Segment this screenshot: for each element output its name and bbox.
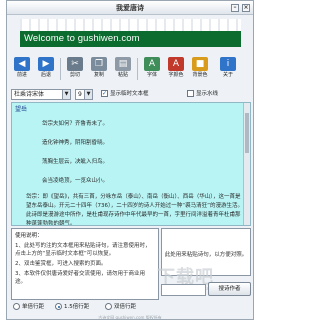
about-button[interactable]: i 关于 [217, 56, 239, 82]
radio-one-and-half-spacing[interactable]: 1.5倍行距 [55, 303, 89, 312]
font-color-button-label: 字颜色 [168, 72, 184, 78]
background-color-icon: ■ [192, 57, 208, 71]
toolbar-divider [137, 58, 138, 80]
poem-line: 会当凌绝顶，一览众山小。 [42, 178, 109, 184]
paste-button-label: 粘贴 [117, 72, 128, 78]
back-button-label: 前进 [16, 72, 27, 78]
copy-button[interactable]: ❐ 复制 [88, 56, 110, 82]
radio-dot[interactable] [105, 303, 112, 310]
scrollbar-thumb[interactable] [245, 113, 249, 153]
banner: Welcome to gushiwen.com [20, 19, 241, 47]
font-button[interactable]: A 字体 [141, 56, 163, 82]
cut-button-label: 剪切 [69, 72, 80, 78]
toolbar: ◀ 前进 ▶ 后退 ✂ 剪切 ❐ 复制 ▤ 粘贴 A 字体 A 字颜色 ■ 背景… [9, 56, 253, 82]
radio-dot[interactable] [55, 303, 62, 310]
poem-line: 造化钟神秀，阴阳割昏晓。 [42, 140, 109, 146]
usage-item: 3、本软件仅供唐诗爱好者交流使用，请勿用于商业用途。 [15, 271, 146, 285]
background-color-button-label: 背景色 [192, 72, 208, 78]
banner-pattern [20, 19, 241, 31]
main-window: 我爱唐诗 – × Welcome to gushiwen.com ◀ 前进 ▶ … [6, 0, 254, 320]
show-content-checkbox[interactable]: ✓ 显示临时文本框 [101, 90, 149, 100]
chevron-down-icon[interactable]: ▼ [62, 90, 70, 99]
scissors-icon: ✂ [67, 57, 83, 71]
line-spacing-group: 单倍行距 1.5倍行距 双倍行距 [13, 303, 163, 313]
banner-text: Welcome to gushiwen.com [24, 33, 140, 44]
show-content-label: 显示临时文本框 [110, 91, 149, 97]
usage-panel: 使用说明： 1、此处写的注的文本框用来粘贴诗句，请注意使用时，点击上方的“显示临… [11, 228, 159, 300]
footer-text: 古诗文网 gushiwen.com 版权所有 [98, 315, 162, 320]
radio-label: 双倍行距 [114, 304, 137, 310]
copy-button-label: 复制 [93, 72, 104, 78]
radio-single-spacing[interactable]: 单倍行距 [13, 303, 44, 312]
chevron-down-icon[interactable]: ▼ [84, 90, 92, 99]
toolbar-divider [60, 58, 61, 80]
format-row: 杜乘诗宋体 ▼ 9 ▼ ✓ 显示临时文本框 显示水线 [11, 89, 251, 101]
forward-button-label: 后退 [40, 72, 51, 78]
checkbox-box[interactable] [187, 90, 194, 97]
background-color-button[interactable]: ■ 背景色 [189, 56, 211, 82]
about-button-label: 关于 [222, 72, 233, 78]
back-button[interactable]: ◀ 前进 [11, 56, 33, 82]
close-icon[interactable]: × [242, 4, 250, 12]
search-input[interactable] [161, 284, 206, 296]
usage-item: 1、此处写的注的文本框用来粘贴诗句，请注意使用时，点击上方的“显示临时文本框”可… [15, 243, 151, 257]
paste-button[interactable]: ▤ 粘贴 [112, 56, 134, 82]
cut-button[interactable]: ✂ 剪切 [64, 56, 86, 82]
poem-text-area[interactable]: 望岳 岱宗夫如何？齐鲁青未了。 造化钟神秀，阴阳割昏晓。 荡胸生层云，决眦入归鸟… [11, 102, 251, 226]
poem-title: 望岳 [15, 106, 28, 113]
size-select[interactable]: 9 ▼ [75, 89, 93, 100]
poem-line: 荡胸生层云，决眦入归鸟。 [42, 159, 109, 165]
paste-info-text: 此处用来粘贴诗句，以方便对照。 [164, 252, 248, 258]
back-icon: ◀ [14, 57, 30, 71]
window-title: 我爱唐诗 [116, 4, 144, 12]
radio-label: 1.5倍行距 [64, 304, 90, 310]
paste-icon: ▤ [115, 57, 131, 71]
radio-double-spacing[interactable]: 双倍行距 [105, 303, 136, 312]
font-select[interactable]: 杜乘诗宋体 ▼ [11, 89, 71, 100]
show-water-checkbox[interactable]: 显示水线 [187, 90, 218, 100]
copy-icon: ❐ [91, 57, 107, 71]
usage-heading: 使用说明： [15, 233, 43, 239]
size-select-value: 9 [78, 91, 82, 98]
usage-item: 2、双击鉴赏框，可进入搜索的页面。 [15, 261, 107, 267]
search-button[interactable]: 搜诗作者 [208, 282, 251, 296]
font-color-button[interactable]: A 字颜色 [165, 56, 187, 82]
radio-dot[interactable] [13, 303, 20, 310]
forward-button[interactable]: ▶ 后退 [35, 56, 57, 82]
radio-label: 单倍行距 [22, 304, 45, 310]
forward-icon: ▶ [38, 57, 54, 71]
info-icon: i [220, 57, 236, 71]
minimize-icon[interactable]: – [231, 4, 239, 12]
poem-line: 岱宗夫如何？齐鲁青未了。 [42, 121, 109, 127]
poem-note: 岱宗：即《望岳》，共有三首，分咏东岳（泰山）、南岳（衡山）、西岳（华山），这一首… [26, 194, 243, 226]
font-color-icon: A [168, 57, 184, 71]
font-button-label: 字体 [146, 72, 157, 78]
font-icon: A [144, 57, 160, 71]
search-button-label: 搜诗作者 [218, 286, 241, 292]
vertical-scrollbar[interactable] [243, 103, 250, 225]
title-bar: 我爱唐诗 – × [7, 1, 253, 15]
checkbox-box[interactable]: ✓ [101, 90, 108, 97]
show-water-label: 显示水线 [196, 91, 219, 97]
font-select-value: 杜乘诗宋体 [14, 91, 45, 98]
